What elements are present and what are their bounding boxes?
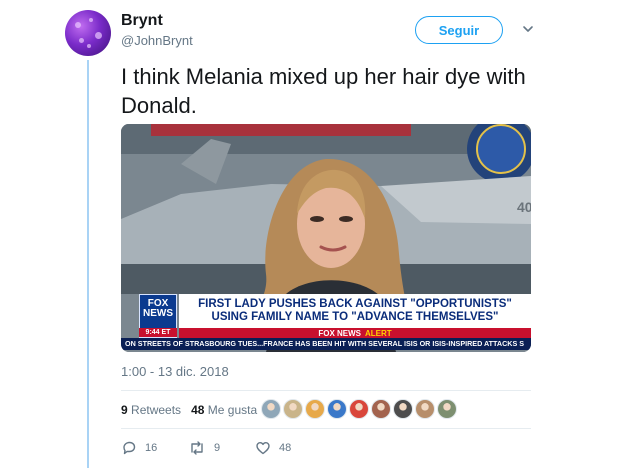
avatar-sparkle	[79, 38, 84, 43]
follow-button[interactable]: Seguir	[415, 16, 503, 44]
author-handle[interactable]: @JohnBrynt	[121, 33, 193, 48]
news-lower-third: FOX NEWS 9:44 ET FIRST LADY PUSHES BACK …	[121, 294, 531, 350]
avatar-sparkle	[75, 22, 81, 28]
tweet-timestamp[interactable]: 1:00 - 13 dic. 2018	[121, 364, 229, 379]
retweet-count: 9	[214, 442, 221, 454]
alert-brand: FOX NEWS	[318, 328, 361, 338]
avatar-sparkle	[89, 18, 93, 22]
tweet-media[interactable]: 40 FOX NEWS 9:44 ET FIRST LADY PUSHES BA…	[121, 124, 531, 352]
liker-avatar-9[interactable]	[437, 399, 457, 419]
likes-label: Me gusta	[207, 403, 258, 417]
avatar-sparkle	[95, 32, 102, 39]
headline-line-1: FIRST LADY PUSHES BACK AGAINST "OPPORTUN…	[198, 298, 512, 310]
chevron-down-icon[interactable]	[521, 22, 535, 36]
broadcast-time: 9:44 ET	[139, 328, 177, 337]
liker-avatar-3[interactable]	[305, 399, 325, 419]
alert-word: ALERT	[365, 328, 392, 338]
headline-line-2: USING FAMILY NAME TO "ADVANCE THEMSELVES…	[211, 311, 499, 323]
tweet-text: I think Melania mixed up her hair dye wi…	[121, 64, 526, 118]
liker-avatar-7[interactable]	[393, 399, 413, 419]
retweet-button[interactable]: 9	[188, 440, 220, 456]
fox-logo-line2: NEWS	[143, 308, 173, 319]
likes-count: 48	[191, 403, 205, 417]
likes-stat[interactable]: 48 Me gusta	[191, 403, 257, 417]
engagement-stats: 9 Retweets 48 Me gusta	[121, 403, 257, 417]
alert-bar: FOX NEWS ALERT	[179, 328, 531, 338]
liker-avatar-2[interactable]	[283, 399, 303, 419]
retweets-label: Retweets	[131, 403, 182, 417]
divider	[121, 428, 531, 429]
news-ticker: ON STREETS OF STRASBOURG TUES...FRANCE H…	[121, 338, 531, 350]
thread-line	[87, 60, 89, 468]
retweets-count: 9	[121, 403, 128, 417]
retweets-stat[interactable]: 9 Retweets	[121, 403, 181, 417]
jet-number-text: 40	[517, 199, 531, 215]
divider	[121, 390, 531, 391]
liker-avatar-4[interactable]	[327, 399, 347, 419]
reply-button[interactable]: 16	[121, 440, 157, 456]
reply-count: 16	[145, 442, 158, 454]
liker-avatar-5[interactable]	[349, 399, 369, 419]
like-button[interactable]: 48	[255, 440, 291, 456]
avatar[interactable]	[65, 10, 111, 56]
heart-icon	[256, 442, 270, 455]
retweet-icon	[191, 441, 203, 455]
liker-avatars	[261, 399, 457, 419]
tweet-actions: 16 9 48	[121, 440, 441, 456]
author-name[interactable]: Brynt	[121, 12, 163, 30]
liker-avatar-1[interactable]	[261, 399, 281, 419]
avatar-sparkle	[87, 44, 91, 48]
liker-avatar-8[interactable]	[415, 399, 435, 419]
liker-avatar-6[interactable]	[371, 399, 391, 419]
like-count: 48	[279, 442, 292, 454]
reply-icon	[123, 441, 136, 455]
news-headline: FIRST LADY PUSHES BACK AGAINST "OPPORTUN…	[179, 294, 531, 328]
